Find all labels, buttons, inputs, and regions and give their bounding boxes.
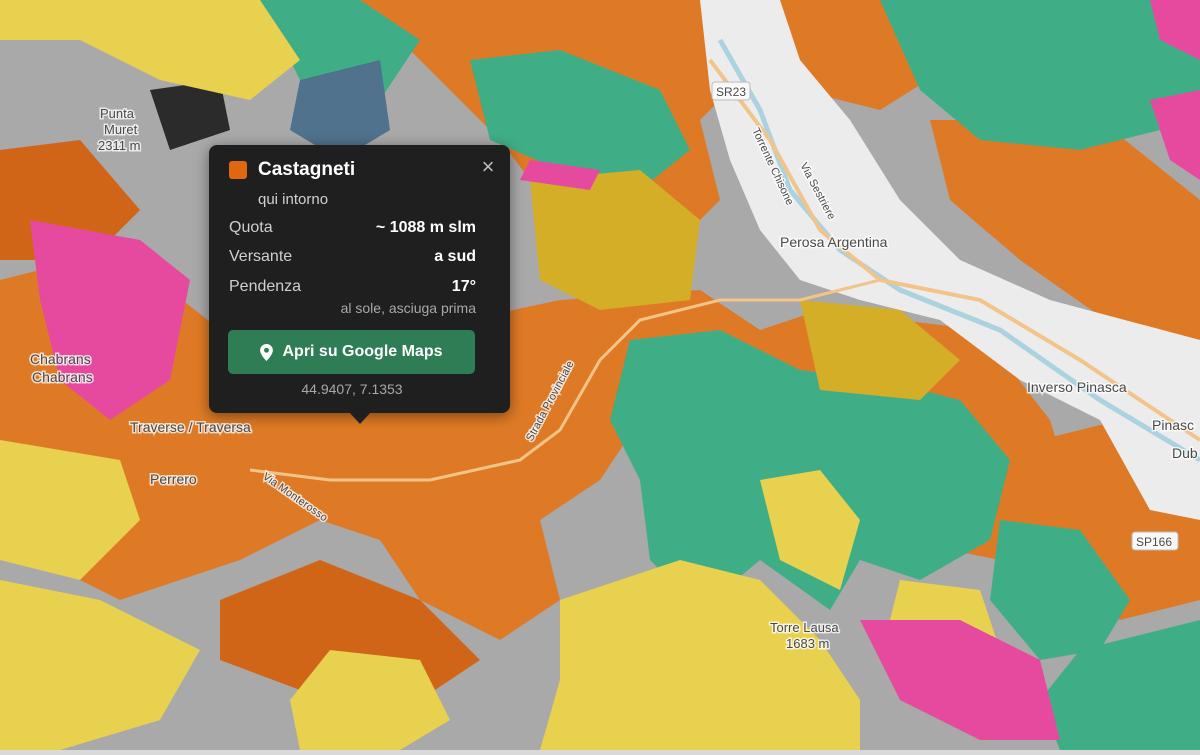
- place-label: Dub: [1172, 445, 1198, 461]
- place-label: Pinasc: [1152, 417, 1194, 433]
- open-google-maps-button[interactable]: Apri su Google Maps: [228, 330, 475, 374]
- close-icon[interactable]: ×: [478, 156, 498, 178]
- road-label: SP166: [1136, 535, 1172, 549]
- place-label: Punta: [100, 106, 135, 121]
- info-key: Versante: [229, 248, 293, 265]
- place-label: 1683 m: [786, 636, 829, 651]
- place-label: Traverse / Traversa: [130, 419, 251, 435]
- slope-note: al sole, asciuga prima: [340, 300, 476, 316]
- place-label: Muret: [104, 122, 138, 137]
- map-pin-icon: [260, 343, 274, 361]
- place-label: Chabrans: [32, 369, 93, 385]
- info-key: Quota: [229, 219, 273, 236]
- info-value: ~ 1088 m slm: [375, 219, 476, 236]
- category-swatch: [229, 161, 247, 179]
- popup-title: Castagneti: [258, 159, 356, 180]
- popup-tip: [349, 412, 371, 424]
- map-canvas: Punta Muret 2311 m Perosa Argentina Inve…: [0, 0, 1200, 750]
- place-label: Torre Lausa: [770, 620, 839, 635]
- info-value: 17°: [451, 278, 476, 295]
- place-label: Perosa Argentina: [780, 234, 888, 250]
- button-label: Apri su Google Maps: [282, 343, 443, 360]
- info-key: Pendenza: [229, 278, 302, 295]
- place-label: Inverso Pinasca: [1027, 379, 1127, 395]
- terrain-map[interactable]: Punta Muret 2311 m Perosa Argentina Inve…: [0, 0, 1200, 750]
- coordinates: 44.9407, 7.1353: [301, 381, 403, 397]
- place-label: Perrero: [150, 471, 197, 487]
- road-label: SR23: [716, 85, 746, 99]
- place-label: Chabrans: [30, 351, 91, 367]
- popup-subtitle: qui intorno: [258, 191, 329, 208]
- place-label: 2311 m: [98, 138, 140, 153]
- info-value: a sud: [434, 248, 476, 265]
- feature-popup: Castagneti × qui intorno Quota ~ 1088 m …: [209, 145, 510, 424]
